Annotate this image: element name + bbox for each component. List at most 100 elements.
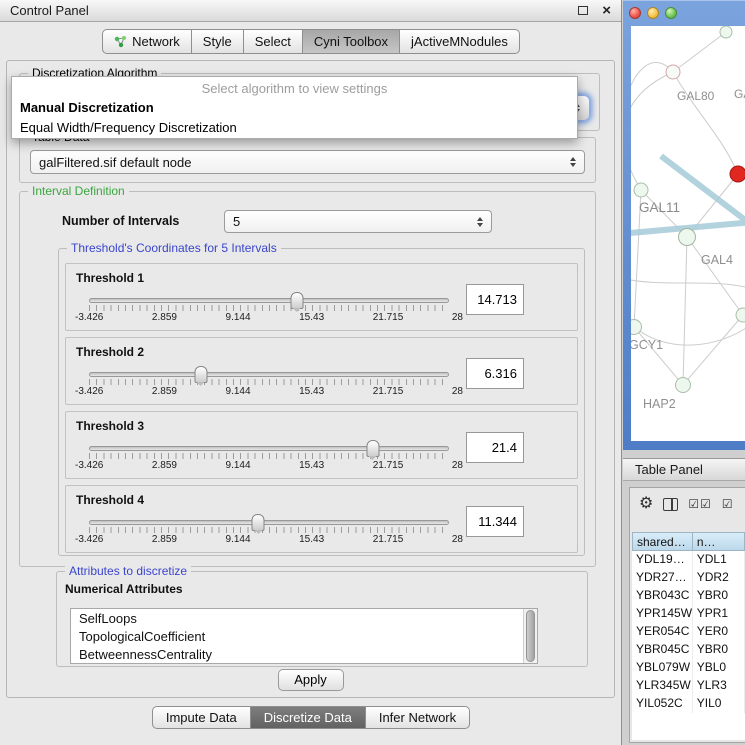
network-canvas[interactable]: GAL80 GA GAL11 GAL4 GCY1 HAP2 [631, 26, 745, 441]
threshold-2-value-field[interactable] [466, 358, 524, 389]
slider-thumb[interactable] [290, 292, 303, 309]
table-cell: YBR0 [693, 641, 745, 659]
slider-track[interactable] [89, 446, 449, 451]
slider-ticks [89, 379, 449, 385]
top-tab-bar: Network Style Select Cyni Toolbox jActiv… [0, 29, 622, 54]
threshold-1-label: Threshold 1 [76, 271, 144, 285]
node-label: GCY1 [631, 338, 663, 352]
table-cell: YER0 [693, 623, 745, 641]
table-row[interactable]: YDR27…YDR2 [632, 569, 745, 587]
threshold-3-value-field[interactable] [466, 432, 524, 463]
close-traffic-button[interactable] [629, 7, 641, 19]
tab-select-label: Select [255, 34, 291, 49]
select-column-icon[interactable]: ☑ [722, 497, 734, 511]
tab-select[interactable]: Select [244, 29, 303, 54]
threshold-4-label: Threshold 4 [76, 493, 144, 507]
tab-cyni-toolbox[interactable]: Cyni Toolbox [303, 29, 400, 54]
scale-label: 2.859 [152, 312, 177, 323]
slider-thumb[interactable] [252, 514, 265, 531]
network-node[interactable] [634, 183, 648, 197]
scale-label: 28 [452, 312, 463, 323]
list-item-topologicalcoefficient[interactable]: TopologicalCoefficient [71, 627, 537, 645]
close-icon[interactable]: × [602, 6, 611, 16]
threshold-1-slider[interactable] [89, 298, 449, 311]
columns-icon[interactable] [663, 498, 678, 511]
network-node[interactable] [736, 308, 745, 322]
tab-style-label: Style [203, 34, 232, 49]
network-node-selected[interactable] [730, 166, 745, 182]
table-cell: YDR27… [632, 569, 693, 587]
list-item-selfloops[interactable]: SelfLoops [71, 609, 537, 627]
float-window-icon[interactable] [578, 6, 588, 15]
network-node[interactable] [720, 26, 732, 38]
scale-label: -3.426 [75, 312, 103, 323]
slider-track[interactable] [89, 520, 449, 525]
column-header-name[interactable]: n… [693, 532, 745, 551]
algorithm-option-manual[interactable]: Manual Discretization [12, 98, 577, 118]
node-label: GAL11 [639, 200, 680, 215]
table-row[interactable]: YLR345WYLR3 [632, 677, 745, 695]
table-row[interactable]: YBL079WYBL0 [632, 659, 745, 677]
list-scrollbar[interactable] [523, 609, 537, 663]
table-header-row: shared… n… [632, 532, 745, 551]
scrollbar-thumb[interactable] [526, 610, 535, 662]
list-item-betweennesscentrality[interactable]: BetweennessCentrality [71, 645, 537, 663]
column-header-shared-name[interactable]: shared… [632, 532, 693, 551]
select-all-columns-icon[interactable]: ☑☑ [688, 497, 712, 511]
table-row[interactable]: YDL19…YDL1 [632, 551, 745, 569]
thresholds-group-title: Threshold's Coordinates for 5 Intervals [67, 241, 281, 255]
scale-label: 21.715 [373, 460, 404, 471]
tab-discretize-data[interactable]: Discretize Data [251, 706, 366, 729]
threshold-panel-2: Threshold 2 -3.4262.8599.14415.4321.7152… [65, 337, 578, 405]
table-cell: YBR045C [632, 641, 693, 659]
threshold-panel-4: Threshold 4 -3.4262.8599.14415.4321.7152… [65, 485, 578, 553]
apply-button[interactable]: Apply [278, 669, 344, 691]
table-panel-toolbar: ⚙ ☑☑ ☑ [630, 488, 745, 520]
slider-track[interactable] [89, 372, 449, 377]
scale-label: 28 [452, 386, 463, 397]
table-cell: YLR3 [693, 677, 745, 695]
table-row[interactable]: YBR045CYBR0 [632, 641, 745, 659]
threshold-4-slider[interactable] [89, 520, 449, 533]
control-panel-titlebar: Control Panel × [0, 0, 621, 22]
attributes-group: Attributes to discretize Numerical Attri… [56, 571, 588, 667]
number-of-intervals-combobox[interactable]: 5 [224, 210, 492, 233]
tab-style[interactable]: Style [192, 29, 244, 54]
screen: Control Panel × Network Style Select Cyn… [0, 0, 745, 745]
tab-impute-data[interactable]: Impute Data [152, 706, 251, 729]
threshold-4-value-field[interactable] [466, 506, 524, 537]
table-data-combobox[interactable]: galFiltered.sif default node [30, 150, 585, 174]
algorithm-prompt-item: Select algorithm to view settings [12, 77, 577, 98]
tab-infer-network[interactable]: Infer Network [366, 706, 470, 729]
table-row[interactable]: YER054CYER0 [632, 623, 745, 641]
tab-network[interactable]: Network [102, 29, 192, 54]
slider-track[interactable] [89, 298, 449, 303]
node-label: HAP2 [643, 397, 676, 411]
table-row[interactable]: YIL052CYIL0 [632, 695, 745, 713]
table-data-group: Table Data galFiltered.sif default node [19, 137, 596, 183]
scale-label: 15.43 [299, 312, 324, 323]
threshold-2-slider[interactable] [89, 372, 449, 385]
threshold-panel-1: Threshold 1 -3.4262.8599.14415.4321.7152… [65, 263, 578, 331]
scale-label: 2.859 [152, 386, 177, 397]
network-node[interactable] [676, 378, 691, 393]
threshold-3-slider[interactable] [89, 446, 449, 459]
algorithm-option-equal-width[interactable]: Equal Width/Frequency Discretization [12, 118, 577, 138]
control-panel-window: Control Panel × Network Style Select Cyn… [0, 0, 622, 745]
network-node[interactable] [631, 320, 642, 335]
network-node[interactable] [666, 65, 680, 79]
slider-thumb[interactable] [194, 366, 207, 383]
scale-label: 9.144 [226, 460, 251, 471]
table-cell: YBL0 [693, 659, 745, 677]
slider-thumb[interactable] [366, 440, 379, 457]
network-node[interactable] [679, 229, 696, 246]
threshold-1-value-field[interactable] [466, 284, 524, 315]
tab-jactivemnodules[interactable]: jActiveMNodules [400, 29, 520, 54]
scale-label: 21.715 [373, 534, 404, 545]
table-row[interactable]: YPR145WYPR1 [632, 605, 745, 623]
zoom-traffic-button[interactable] [665, 7, 677, 19]
numerical-attributes-list: SelfLoops TopologicalCoefficient Between… [70, 608, 538, 664]
minimize-traffic-button[interactable] [647, 7, 659, 19]
gear-icon[interactable]: ⚙ [639, 496, 653, 512]
table-row[interactable]: YBR043CYBR0 [632, 587, 745, 605]
